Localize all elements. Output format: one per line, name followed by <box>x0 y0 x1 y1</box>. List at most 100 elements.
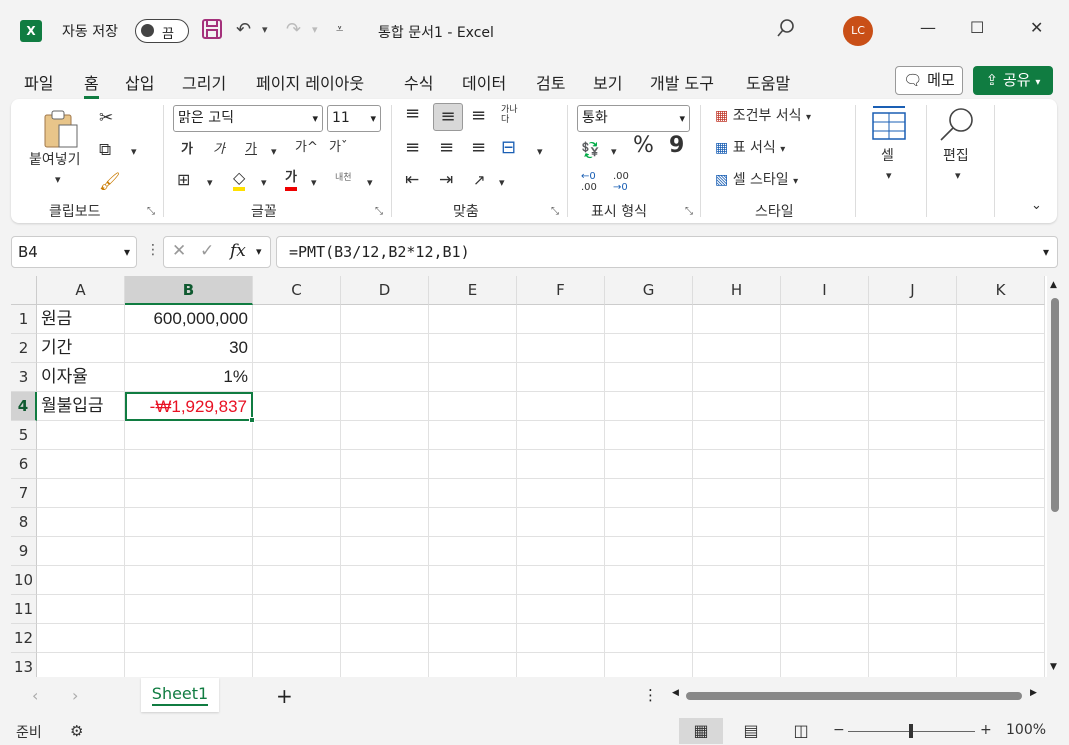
cell-g2[interactable] <box>605 334 693 363</box>
horizontal-scrollbar[interactable]: ◀ ▶ <box>672 688 1044 702</box>
cell-k13[interactable] <box>957 653 1045 677</box>
cell-e6[interactable] <box>429 450 517 479</box>
cell-d6[interactable] <box>341 450 429 479</box>
enter-icon[interactable]: ✓ <box>200 241 214 261</box>
copy-dropdown-icon[interactable]: ▾ <box>131 143 137 161</box>
cell-k2[interactable] <box>957 334 1045 363</box>
cell-f4[interactable] <box>517 392 605 421</box>
sheet-tab-sheet1[interactable]: Sheet1 <box>141 678 219 712</box>
cell-f1[interactable] <box>517 305 605 334</box>
cell-i9[interactable] <box>781 537 869 566</box>
undo-dropdown-icon[interactable]: ▾ <box>262 18 268 42</box>
column-header-e[interactable]: E <box>429 276 517 305</box>
row-header-6[interactable]: 6 <box>11 450 37 479</box>
cell-j9[interactable] <box>869 537 957 566</box>
cell-b7[interactable] <box>125 479 253 508</box>
more-sheets-icon[interactable]: ⋮ <box>643 686 658 704</box>
column-header-i[interactable]: I <box>781 276 869 305</box>
cell-c3[interactable] <box>253 363 341 392</box>
cell-j2[interactable] <box>869 334 957 363</box>
cell-e11[interactable] <box>429 595 517 624</box>
cell-f5[interactable] <box>517 421 605 450</box>
cell-d5[interactable] <box>341 421 429 450</box>
alignment-launcher-icon[interactable]: ⤡ <box>551 206 559 217</box>
wrap-text-button[interactable]: 가나 다 <box>501 105 521 125</box>
format-as-table-button[interactable]: ▦ 표 서식 ▾ <box>715 139 785 159</box>
cell-f2[interactable] <box>517 334 605 363</box>
underline-dropdown-icon[interactable]: ▾ <box>271 143 277 161</box>
cell-a7[interactable] <box>37 479 125 508</box>
cell-i7[interactable] <box>781 479 869 508</box>
select-all-button[interactable] <box>11 276 37 305</box>
cell-g10[interactable] <box>605 566 693 595</box>
italic-button[interactable]: 가 <box>213 141 225 159</box>
cell-b4[interactable]: -₩1,929,837 <box>125 392 253 421</box>
cell-j3[interactable] <box>869 363 957 392</box>
row-header-10[interactable]: 10 <box>11 566 37 595</box>
spreadsheet-grid[interactable]: ABCDEFGHIJK 1 2 3 4 5 6 7 8 9 10 11 12 13 원금 600,000,… <box>11 276 1047 677</box>
cell-g11[interactable] <box>605 595 693 624</box>
zoom-out-button[interactable]: − <box>833 722 845 738</box>
scroll-up-icon[interactable]: ▲ <box>1050 280 1057 290</box>
column-header-j[interactable]: J <box>869 276 957 305</box>
decrease-indent-icon[interactable]: ⇤ <box>405 171 419 189</box>
cell-c1[interactable] <box>253 305 341 334</box>
minimize-icon[interactable]: — <box>920 18 936 37</box>
cells-button[interactable] <box>871 105 907 147</box>
add-sheet-button[interactable]: + <box>276 684 293 708</box>
cell-b8[interactable] <box>125 508 253 537</box>
cell-i2[interactable] <box>781 334 869 363</box>
merge-dropdown-icon[interactable]: ▾ <box>537 143 543 161</box>
customize-toolbar-icon[interactable]: ⩡ <box>336 18 343 42</box>
align-top-icon[interactable]: ≡ <box>405 105 420 123</box>
name-box[interactable]: B4 ▾ <box>11 236 137 268</box>
cell-g8[interactable] <box>605 508 693 537</box>
cell-e9[interactable] <box>429 537 517 566</box>
cell-a12[interactable] <box>37 624 125 653</box>
cell-h4[interactable] <box>693 392 781 421</box>
cell-a3[interactable]: 이자율 <box>37 363 125 392</box>
cell-c6[interactable] <box>253 450 341 479</box>
cell-g13[interactable] <box>605 653 693 677</box>
phonetic-dropdown-icon[interactable]: ▾ <box>367 174 373 192</box>
cell-e4[interactable] <box>429 392 517 421</box>
cell-k4[interactable] <box>957 392 1045 421</box>
editing-button[interactable] <box>937 105 977 149</box>
cell-k11[interactable] <box>957 595 1045 624</box>
underline-button[interactable]: 가 <box>245 141 257 159</box>
cell-f9[interactable] <box>517 537 605 566</box>
column-header-h[interactable]: H <box>693 276 781 305</box>
vertical-scrollbar[interactable]: ▲ ▼ <box>1048 280 1062 677</box>
horizontal-scroll-thumb[interactable] <box>686 692 1022 700</box>
cell-e2[interactable] <box>429 334 517 363</box>
undo-icon[interactable]: ↶ <box>236 18 251 42</box>
cell-g5[interactable] <box>605 421 693 450</box>
cell-c12[interactable] <box>253 624 341 653</box>
cell-g6[interactable] <box>605 450 693 479</box>
cell-i10[interactable] <box>781 566 869 595</box>
cell-f12[interactable] <box>517 624 605 653</box>
menu-data[interactable]: 데이터 <box>462 70 506 94</box>
cell-c5[interactable] <box>253 421 341 450</box>
cell-i12[interactable] <box>781 624 869 653</box>
menu-developer[interactable]: 개발 도구 <box>650 70 714 94</box>
fill-color-icon[interactable]: ◇ <box>233 169 246 191</box>
cell-g4[interactable] <box>605 392 693 421</box>
bold-button[interactable]: 가 <box>181 141 193 159</box>
cell-c2[interactable] <box>253 334 341 363</box>
cell-c8[interactable] <box>253 508 341 537</box>
align-center-icon[interactable]: ≡ <box>439 139 454 157</box>
cell-h13[interactable] <box>693 653 781 677</box>
cell-b10[interactable] <box>125 566 253 595</box>
font-size-select[interactable]: 11 ▾ <box>327 105 381 132</box>
cell-c4[interactable] <box>253 392 341 421</box>
cell-e3[interactable] <box>429 363 517 392</box>
scroll-down-icon[interactable]: ▼ <box>1050 662 1057 672</box>
cell-f11[interactable] <box>517 595 605 624</box>
cell-f8[interactable] <box>517 508 605 537</box>
cell-d3[interactable] <box>341 363 429 392</box>
cell-k6[interactable] <box>957 450 1045 479</box>
menu-file[interactable]: 파일 <box>24 70 53 94</box>
ribbon-collapse-icon[interactable]: ⌄ <box>1031 197 1042 215</box>
cell-f10[interactable] <box>517 566 605 595</box>
